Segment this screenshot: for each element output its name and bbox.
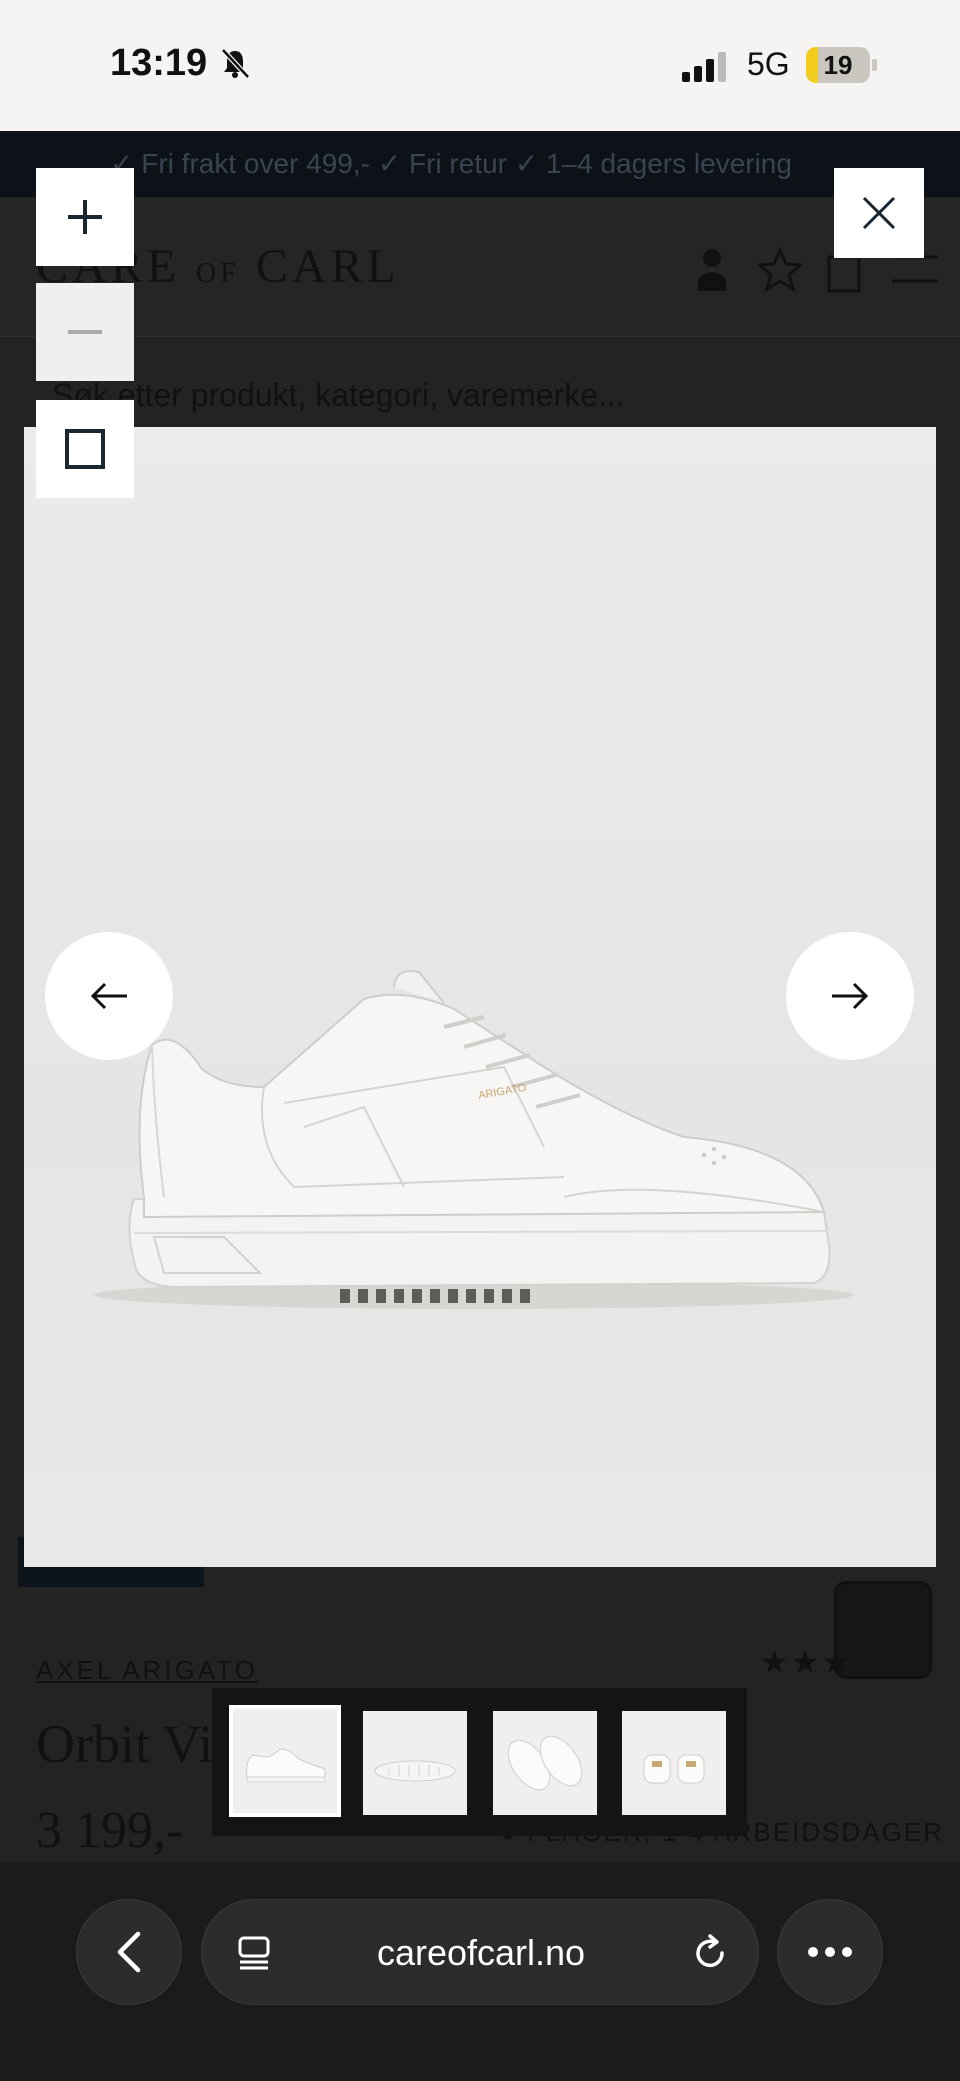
- fullscreen-button[interactable]: [36, 400, 134, 498]
- arrow-left-icon: [90, 982, 127, 1010]
- network-label: 5G: [747, 46, 790, 82]
- address-bar[interactable]: careofcarl.no: [201, 1899, 759, 2005]
- browser-more-button[interactable]: [777, 1899, 883, 2005]
- site-header: CARE OF CARL: [0, 197, 960, 337]
- browser-toolbar: careofcarl.no: [0, 1863, 960, 2081]
- bell-muted-icon: [221, 48, 250, 79]
- rating-stars: ★★★: [760, 1644, 853, 1680]
- more-icon: [808, 1947, 852, 1957]
- product-brand: AXEL ARIGATO: [36, 1655, 258, 1685]
- status-time: 13:19: [110, 42, 208, 84]
- close-button[interactable]: [834, 168, 924, 258]
- thumbnail-back-view[interactable]: [622, 1711, 726, 1815]
- url-text: careofcarl.no: [376, 1932, 586, 1973]
- battery-icon: 19: [806, 47, 877, 83]
- favorites-icon: [756, 246, 804, 293]
- account-icon: [692, 247, 732, 293]
- chevron-left-icon: [117, 1931, 141, 1973]
- square-icon: [65, 429, 105, 469]
- status-bar: 13:19 5G 19: [0, 0, 960, 131]
- plus-icon: [68, 200, 102, 234]
- close-icon: [862, 196, 896, 230]
- thumbnail-strip: [212, 1688, 747, 1836]
- zoom-out-button[interactable]: [36, 283, 134, 381]
- browser-back-button[interactable]: [76, 1899, 182, 2005]
- signal-icon: [682, 52, 726, 82]
- promo-banner: ✓ Fri frakt over 499,- ✓ Fri retur ✓ 1–4…: [0, 131, 960, 197]
- thumbnail-side-view[interactable]: [229, 1705, 341, 1817]
- battery-level: 19: [823, 50, 853, 80]
- thumbnail-top-view[interactable]: [493, 1711, 597, 1815]
- previous-image-button[interactable]: [45, 932, 173, 1060]
- next-image-button[interactable]: [786, 932, 914, 1060]
- zoom-in-button[interactable]: [36, 168, 134, 266]
- arrow-right-icon: [832, 982, 869, 1010]
- product-price: 3 199,-: [36, 1802, 184, 1859]
- reload-icon[interactable]: [690, 1933, 730, 1973]
- thumbnail-sole-view[interactable]: [363, 1711, 467, 1815]
- search-placeholder: Søk etter produkt, kategori, varemerke..…: [52, 377, 625, 413]
- minus-icon: [68, 330, 102, 334]
